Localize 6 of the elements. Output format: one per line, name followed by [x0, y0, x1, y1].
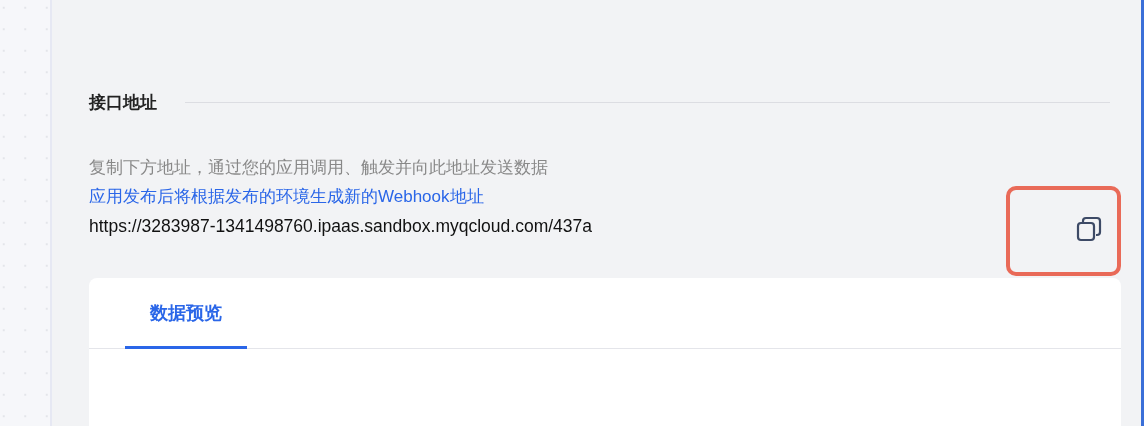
notice-text: 应用发布后将根据发布的环境生成新的Webhook地址 — [89, 186, 485, 207]
description-text: 复制下方地址，通过您的应用调用、触发并向此地址发送数据 — [89, 157, 549, 178]
webhook-url: https://3283987-1341498760.ipaas.sandbox.myqcloud.com/437a — [89, 215, 593, 236]
section-title: 接口地址 — [89, 92, 157, 114]
tab[interactable]: 数据预览 — [125, 277, 247, 349]
copy-icon[interactable] — [1076, 215, 1102, 242]
